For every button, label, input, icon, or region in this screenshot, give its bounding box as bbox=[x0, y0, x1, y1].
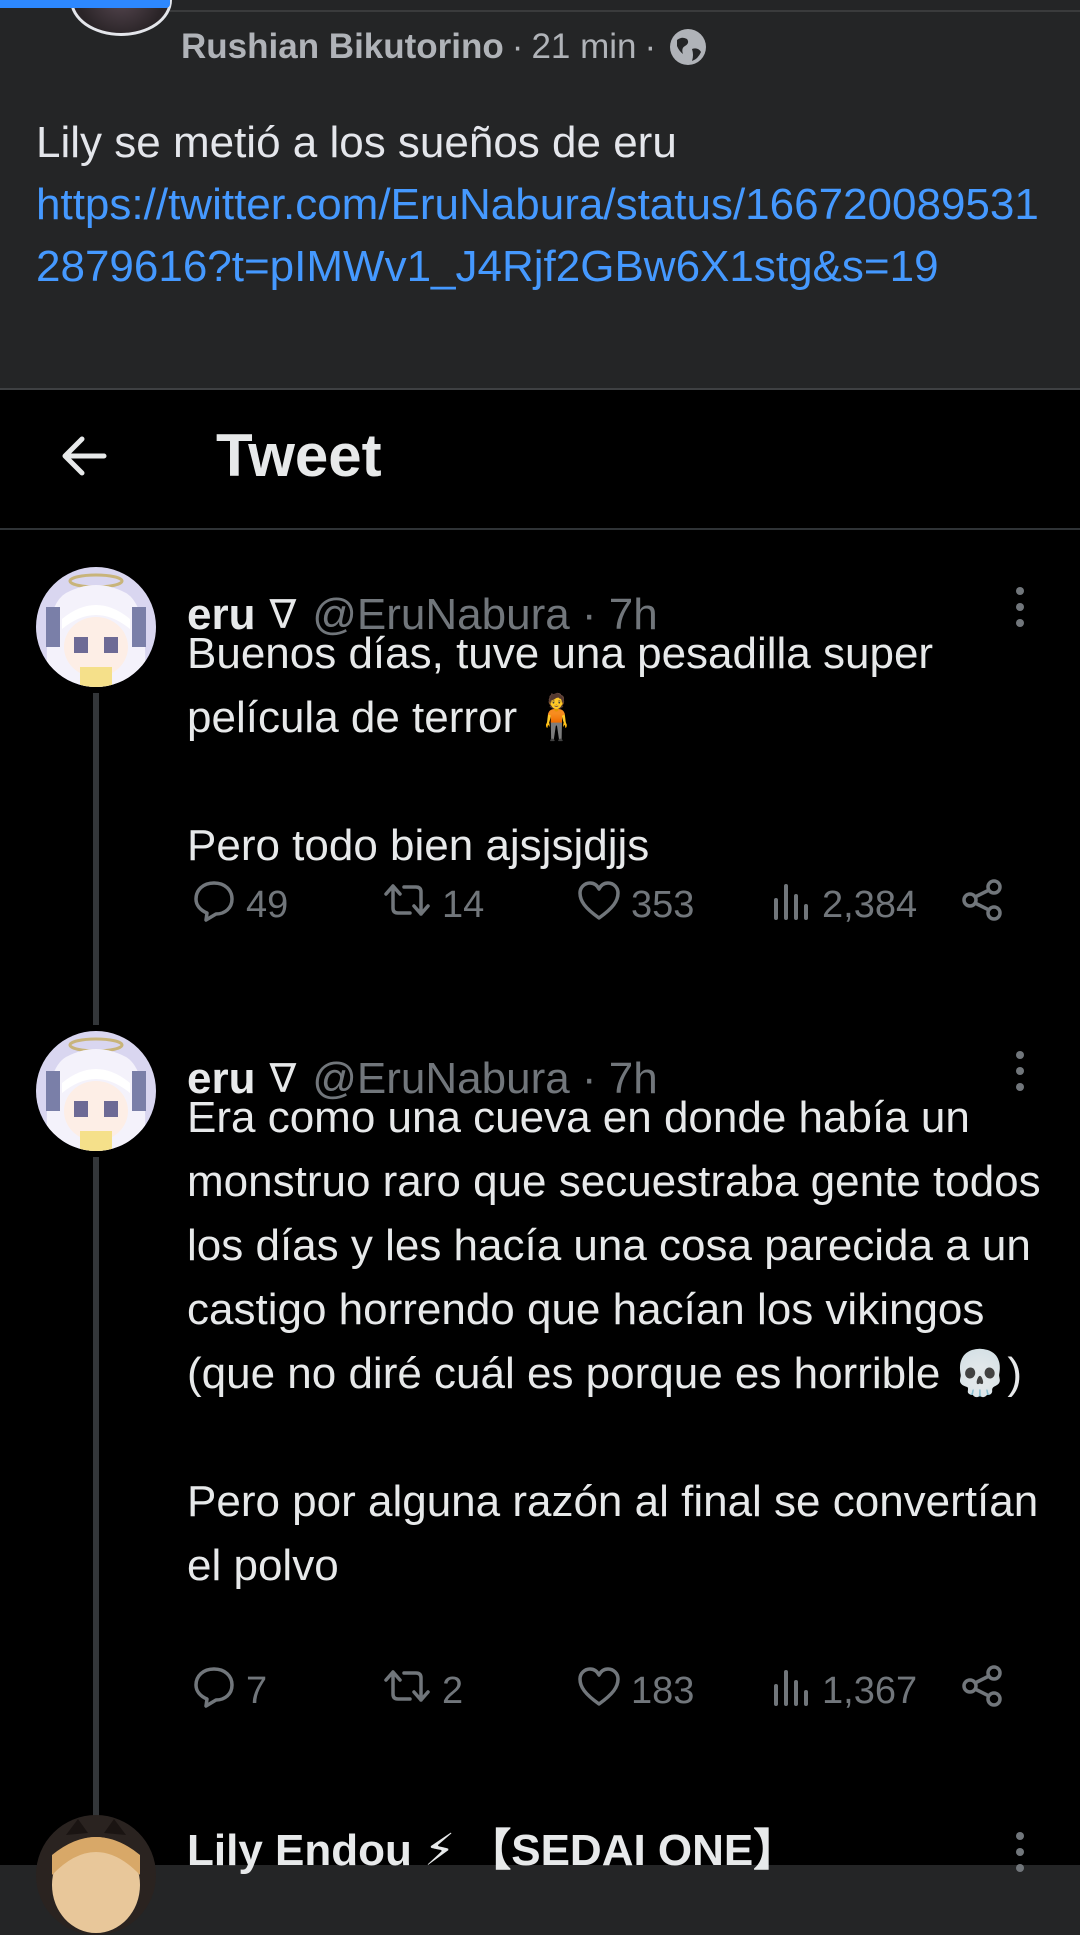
avatar[interactable] bbox=[36, 1815, 156, 1935]
views-button[interactable]: 2,384 bbox=[770, 875, 917, 935]
retweet-count: 2 bbox=[442, 1669, 464, 1712]
arrow-left-icon[interactable] bbox=[58, 430, 110, 482]
reply-count: 49 bbox=[246, 883, 289, 926]
facebook-post: Rushian Bikutorino · 21 min · Lily se me… bbox=[0, 0, 1080, 388]
post-body: Lily se metió a los sueños de eru https:… bbox=[36, 112, 1046, 298]
meta-separator-2: · bbox=[644, 27, 657, 66]
reply-icon bbox=[190, 876, 246, 934]
like-button[interactable]: 353 bbox=[575, 875, 694, 935]
retweet-button[interactable]: 2 bbox=[380, 1661, 463, 1721]
tweet-paragraph: Pero por alguna razón al final se conver… bbox=[187, 1477, 1039, 1590]
reply-icon bbox=[190, 1662, 246, 1720]
share-icon bbox=[958, 1662, 1014, 1720]
reply-button[interactable]: 7 bbox=[190, 1661, 267, 1721]
more-options-icon[interactable] bbox=[1010, 1830, 1030, 1874]
views-icon bbox=[770, 876, 822, 934]
retweet-icon bbox=[380, 1662, 442, 1720]
retweet-count: 14 bbox=[442, 883, 485, 926]
like-button[interactable]: 183 bbox=[575, 1661, 694, 1721]
reply-count: 7 bbox=[246, 1669, 268, 1712]
heart-icon bbox=[575, 876, 631, 934]
views-count: 1,367 bbox=[822, 1669, 918, 1712]
share-button[interactable] bbox=[958, 875, 1014, 935]
like-count: 353 bbox=[631, 883, 695, 926]
tweet-actions: 7 2 183 1,367 bbox=[190, 1661, 1030, 1721]
views-button[interactable]: 1,367 bbox=[770, 1661, 917, 1721]
share-icon bbox=[958, 876, 1014, 934]
meta-separator: · bbox=[511, 27, 524, 66]
heart-icon bbox=[575, 1662, 631, 1720]
avatar[interactable] bbox=[36, 1031, 156, 1151]
tweet-header: Tweet bbox=[0, 390, 1080, 530]
tweet-text: Buenos días, tuve una pesadilla super pe… bbox=[187, 622, 1057, 878]
globe-icon bbox=[668, 27, 708, 67]
retweet-button[interactable]: 14 bbox=[380, 875, 484, 935]
post-time[interactable]: 21 min bbox=[531, 27, 636, 67]
retweet-icon bbox=[380, 876, 442, 934]
views-icon bbox=[770, 1662, 822, 1720]
tweet-text: Era como una cueva en donde había un mon… bbox=[187, 1086, 1057, 1598]
tweet-paragraph: Buenos días, tuve una pesadilla super pe… bbox=[187, 629, 934, 742]
tweet-screenshot[interactable]: Tweet eru ∇ @EruNabura · 7h Buenos días,… bbox=[0, 390, 1080, 1935]
tweet-header-line: Lily Endou ⚡ 【SEDAI ONE】 bbox=[187, 1816, 797, 1876]
top-divider bbox=[170, 10, 1080, 12]
reply-button[interactable]: 49 bbox=[190, 875, 288, 935]
views-count: 2,384 bbox=[822, 883, 918, 926]
tweet-paragraph: Pero todo bien ajsjsjdjjs bbox=[187, 821, 650, 870]
tweet-paragraph: Era como una cueva en donde había un mon… bbox=[187, 1093, 1041, 1398]
active-tab-indicator bbox=[0, 0, 170, 8]
post-author[interactable]: Rushian Bikutorino bbox=[181, 27, 504, 67]
post-meta: Rushian Bikutorino · 21 min · bbox=[181, 22, 708, 72]
tweet-author-name[interactable]: Lily Endou ⚡ 【SEDAI ONE】 bbox=[187, 1814, 797, 1878]
header-title: Tweet bbox=[216, 422, 382, 489]
tweet-actions: 49 14 353 2,384 bbox=[190, 875, 1030, 935]
post-text: Lily se metió a los sueños de eru bbox=[36, 118, 677, 167]
avatar[interactable] bbox=[36, 567, 156, 687]
like-count: 183 bbox=[631, 1669, 695, 1712]
share-button[interactable] bbox=[958, 1661, 1014, 1721]
post-link[interactable]: https://twitter.com/EruNabura/status/166… bbox=[36, 174, 1046, 298]
thread-line bbox=[93, 1157, 99, 1819]
thread-line bbox=[93, 693, 99, 1025]
